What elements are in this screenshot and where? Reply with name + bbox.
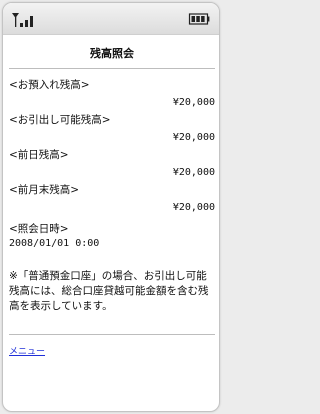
inquiry-datetime-value: 2008/01/01 0:00 xyxy=(9,238,100,249)
phone-screen: 残高照会 <お預入れ残高> ¥20,000 <お引出し可能残高> ¥20,000… xyxy=(2,2,220,412)
menu-link[interactable]: メニュー xyxy=(9,346,45,358)
balance-value: ¥20,000 xyxy=(172,97,215,108)
balance-value: ¥20,000 xyxy=(172,167,215,178)
notice-text: ※「普通預金口座」の場合、お引出し可能残高には、総合口座貸越可能金額を含む残高を… xyxy=(9,270,209,312)
balance-item-deposit: <お預入れ残高> ¥20,000 xyxy=(9,79,215,114)
inquiry-datetime: <照会日時> 2008/01/01 0:00 xyxy=(9,223,215,250)
balance-label: <お引出し可能残高> xyxy=(9,114,111,126)
balance-label: <お預入れ残高> xyxy=(9,79,90,91)
balance-label: <前日残高> xyxy=(9,149,69,161)
balance-item-previous-day: <前日残高> ¥20,000 xyxy=(9,149,215,184)
balance-item-previous-month-end: <前月末残高> ¥20,000 xyxy=(9,184,215,219)
footer-divider xyxy=(9,334,215,335)
status-bar xyxy=(3,3,219,35)
page-title: 残高照会 xyxy=(90,47,134,60)
balance-value: ¥20,000 xyxy=(172,202,215,213)
balance-value: ¥20,000 xyxy=(172,132,215,143)
inquiry-datetime-label: <照会日時> xyxy=(9,223,69,235)
balance-label: <前月末残高> xyxy=(9,184,80,196)
balance-inquiry-content: 残高照会 <お預入れ残高> ¥20,000 <お引出し可能残高> ¥20,000… xyxy=(9,47,215,358)
title-divider xyxy=(9,68,215,69)
balance-list: <お預入れ残高> ¥20,000 <お引出し可能残高> ¥20,000 <前日残… xyxy=(9,79,215,250)
signal-strength-icon xyxy=(12,13,33,27)
balance-item-withdrawable: <お引出し可能残高> ¥20,000 xyxy=(9,114,215,149)
battery-icon xyxy=(188,13,210,25)
